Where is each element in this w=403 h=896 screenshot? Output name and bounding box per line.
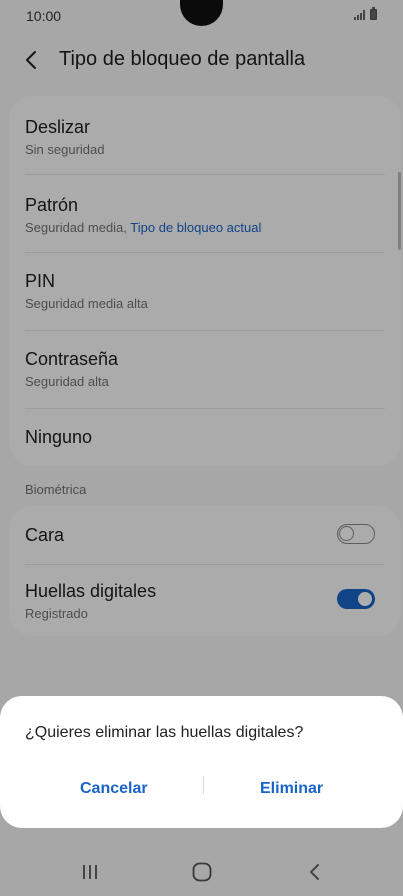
dialog-button-divider (203, 776, 204, 794)
confirm-dialog: ¿Quieres eliminar las huellas digitales?… (0, 696, 403, 828)
dialog-message: ¿Quieres eliminar las huellas digitales? (25, 724, 304, 741)
cancel-button[interactable]: Cancelar (80, 780, 148, 798)
delete-button[interactable]: Eliminar (260, 780, 323, 798)
